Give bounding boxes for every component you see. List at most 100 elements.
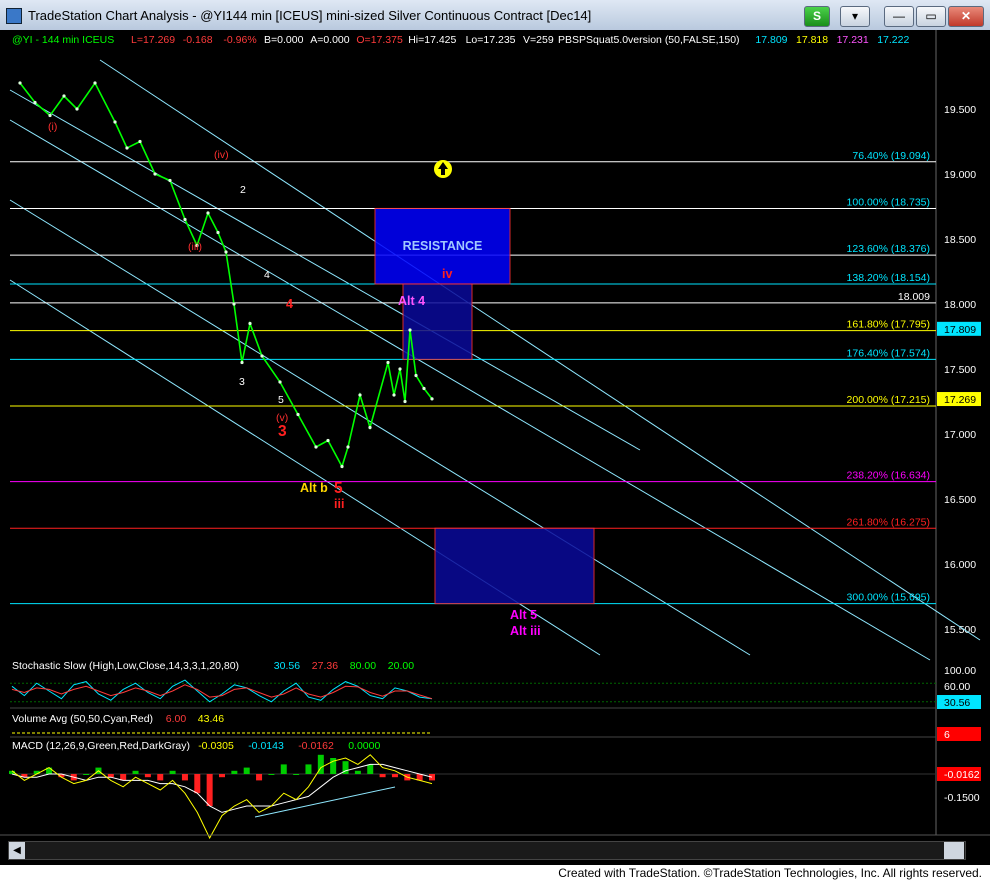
footer: Created with TradeStation. ©TradeStation… <box>0 865 990 882</box>
window-title: TradeStation Chart Analysis - @YI144 min… <box>28 8 592 23</box>
price-point <box>260 354 264 358</box>
macd-value: -0.0305 <box>198 740 234 752</box>
fib-level-label: 176.40% (17.574) <box>847 347 930 359</box>
macd-tag-label: -0.0162 <box>944 769 980 781</box>
horizontal-scrollbar[interactable]: ◀ <box>8 841 966 860</box>
menu-dropdown-button[interactable]: ▾ <box>840 6 870 27</box>
stochastic-axis-label: 100.00 <box>944 665 976 677</box>
price-tick-label: 17.500 <box>944 364 976 376</box>
price-point <box>392 393 396 397</box>
price-tick-label: 18.500 <box>944 234 976 246</box>
macd-histogram-bar <box>194 774 201 794</box>
close-button[interactable]: ✕ <box>948 6 984 27</box>
fib-level-label: 300.00% (15.695) <box>847 592 930 604</box>
cyan-price-tag-label: 17.809 <box>944 324 976 336</box>
price-point <box>414 373 418 378</box>
price-point <box>403 399 407 404</box>
price-point <box>18 81 22 85</box>
price-point <box>168 178 172 183</box>
stochastic-value: 80.00 <box>350 660 376 672</box>
macd-value: -0.0162 <box>298 740 334 752</box>
macd-histogram-bar <box>268 774 275 775</box>
macd-histogram-bar <box>354 770 361 774</box>
footer-text: Created with TradeStation. ©TradeStation… <box>558 866 982 880</box>
macd-histogram-bar <box>243 767 250 774</box>
fib-level-label: 161.80% (17.795) <box>847 319 930 331</box>
stochastic-tag-label: 30.56 <box>944 697 970 709</box>
macd-histogram-bar <box>83 774 90 775</box>
fib-level-label: 238.20% (16.634) <box>847 470 930 482</box>
header-value: Hi=17.425 <box>408 34 456 46</box>
macd-histogram-bar <box>379 774 386 778</box>
header-value: O=17.375 <box>356 34 403 46</box>
last-price-tag-label: 17.269 <box>944 394 976 406</box>
fib-level-label: 123.60% (18.376) <box>847 243 930 255</box>
price-point <box>358 393 362 397</box>
price-point <box>216 230 220 235</box>
price-point <box>62 94 66 98</box>
macd-histogram-bar <box>206 774 213 806</box>
wave-label: iv <box>442 267 452 281</box>
stochastic-axis-label: 60.00 <box>944 681 970 693</box>
chart-area[interactable]: @YI - 144 min ICEUS L=17.269 -0.168 -0.96% B… <box>0 30 990 865</box>
price-tick-label: 16.500 <box>944 494 976 506</box>
wave-label: iii <box>334 497 344 511</box>
price-point <box>422 386 426 391</box>
price-point <box>206 211 210 215</box>
wave-label: 5 <box>334 480 343 497</box>
scroll-thumb[interactable] <box>944 842 964 859</box>
price-point <box>232 302 236 306</box>
macd-histogram-bar <box>391 774 398 778</box>
header-value: -0.96% <box>223 34 256 46</box>
scroll-left-arrow-icon[interactable]: ◀ <box>9 842 25 859</box>
wave-label: Alt iii <box>510 624 541 638</box>
price-point <box>278 380 282 384</box>
price-tick-label: 18.000 <box>944 299 976 311</box>
price-point <box>75 107 79 111</box>
price-point <box>430 397 434 401</box>
stochastic-value: 20.00 <box>388 660 414 672</box>
fib-level-label: 261.80% (16.275) <box>847 516 930 528</box>
wave-label: (iv) <box>214 149 229 161</box>
volume-title: Volume Avg (50,50,Cyan,Red) <box>12 713 153 725</box>
price-point <box>224 250 228 254</box>
header-value: 17.809 <box>755 34 787 46</box>
macd-histogram-bar <box>367 764 374 774</box>
price-chart[interactable]: @YI - 144 min ICEUS L=17.269 -0.168 -0.96% B… <box>0 30 990 865</box>
maximize-button[interactable]: ▭ <box>916 6 946 27</box>
header-value: L=17.269 <box>131 34 175 46</box>
wave-label: 3 <box>278 423 287 440</box>
price-tick-label: 19.000 <box>944 169 976 181</box>
macd-histogram-bar <box>305 764 312 774</box>
price-point <box>368 425 372 430</box>
price-point <box>346 445 350 449</box>
price-point <box>340 464 344 469</box>
minimize-button[interactable]: — <box>884 6 914 27</box>
fib-level-label: 76.40% (19.094) <box>852 150 930 162</box>
price-point <box>326 438 330 443</box>
macd-histogram-bar <box>231 770 238 774</box>
price-point <box>153 172 157 176</box>
price-point <box>183 217 187 222</box>
wave-label: 4 <box>264 269 270 281</box>
price-tick-label: 16.000 <box>944 559 976 571</box>
fib-level-label: 138.20% (18.154) <box>847 272 930 284</box>
macd-value: 0.0000 <box>348 740 380 752</box>
price-point <box>48 113 52 118</box>
price-point <box>138 139 142 144</box>
fib-level-label: 200.00% (17.215) <box>847 394 930 406</box>
header-value: PBSPSquat5.0version (50,FALSE,150) <box>558 34 740 46</box>
volume-value: 43.46 <box>198 713 224 725</box>
s-button[interactable]: S <box>804 6 830 27</box>
price-tick-label: 19.500 <box>944 104 976 116</box>
price-point <box>248 321 252 326</box>
macd-title: MACD (12,26,9,Green,Red,DarkGray) <box>12 740 190 752</box>
fib-level-label: 18.009 <box>898 291 930 303</box>
wave-label: Alt 5 <box>510 608 537 622</box>
header-value: @YI - 144 min ICEUS <box>12 34 114 46</box>
stochastic-title: Stochastic Slow (High,Low,Close,14,3,3,1… <box>12 660 239 672</box>
header-value: V=259 <box>523 34 554 46</box>
fib-level-label: 100.00% (18.735) <box>847 196 930 208</box>
header-value: 17.222 <box>877 34 909 46</box>
price-point <box>113 120 117 124</box>
